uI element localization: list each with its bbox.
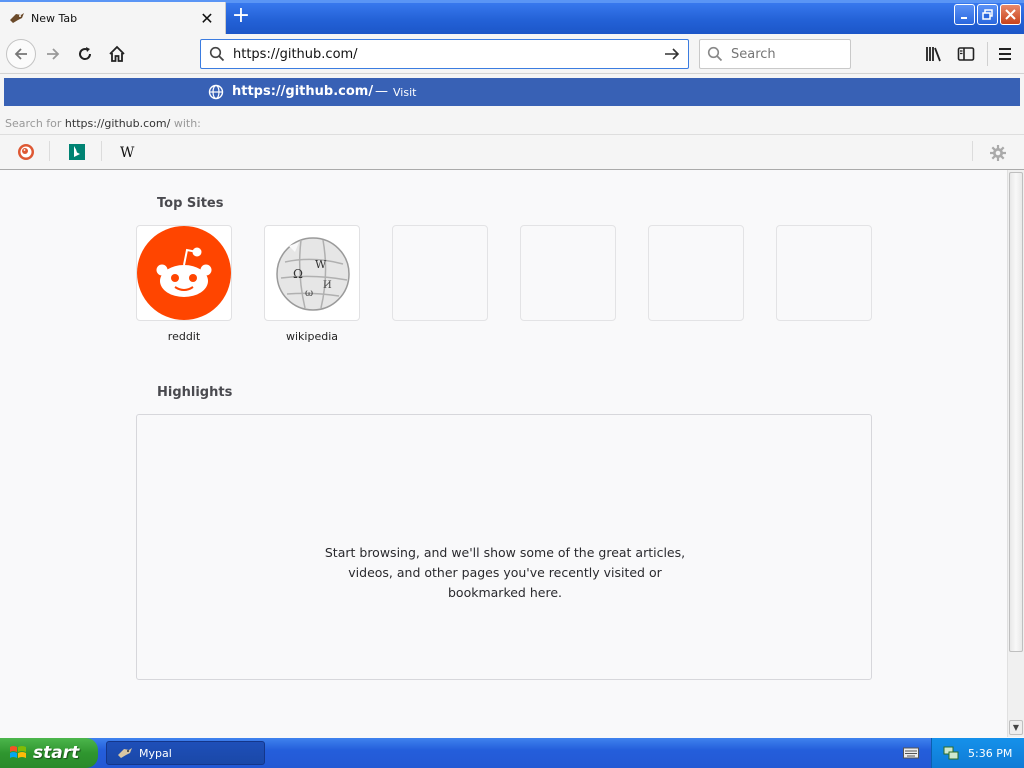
restore-button[interactable] xyxy=(977,4,998,25)
sidebar-icon xyxy=(957,47,975,61)
search-for-query: https://github.com/ xyxy=(64,117,171,130)
mypal-favicon-icon xyxy=(9,10,25,26)
duckduckgo-icon[interactable] xyxy=(15,141,37,163)
keyboard-icon[interactable] xyxy=(903,746,919,760)
top-site-label: wikipedia xyxy=(285,330,338,343)
search-for-text: Search for https://github.com/ with: xyxy=(5,117,201,130)
highlights-message-line: Start browsing, and we'll show some of t… xyxy=(324,545,686,560)
go-arrow-icon[interactable] xyxy=(660,46,684,62)
search-icon xyxy=(209,46,227,62)
svg-text:ω: ω xyxy=(305,288,313,299)
top-site-label: reddit xyxy=(167,330,201,343)
start-button[interactable]: start xyxy=(0,738,98,768)
search-icon xyxy=(707,46,725,62)
new-tab-button[interactable]: + xyxy=(229,5,253,29)
tab-new-tab[interactable]: New Tab ✕ xyxy=(0,2,226,34)
toolbar-separator xyxy=(987,42,988,66)
title-bar: New Tab ✕ + xyxy=(0,0,1024,34)
sidebar-button[interactable] xyxy=(954,42,978,66)
taskbar: start Mypal 5:36 PM xyxy=(0,738,1024,768)
url-autocomplete-popup: https://github.com/ — Visit Search for h… xyxy=(0,74,1024,170)
minimize-button[interactable] xyxy=(954,4,975,25)
svg-text:И: И xyxy=(323,280,332,291)
highlights-message-line: bookmarked here. xyxy=(448,585,562,600)
library-button[interactable] xyxy=(922,42,946,66)
top-site-empty-slot[interactable] xyxy=(648,225,744,321)
close-window-button[interactable] xyxy=(1000,4,1021,25)
engine-separator xyxy=(972,141,973,161)
system-tray: 5:36 PM xyxy=(931,738,1024,768)
engine-separator xyxy=(49,141,50,161)
top-site-wikipedia[interactable]: Ω W И ω xyxy=(264,225,360,321)
windows-flag-icon xyxy=(10,746,26,758)
search-bar[interactable] xyxy=(699,39,851,69)
network-icon[interactable] xyxy=(942,744,960,762)
scroll-down-arrow-icon[interactable]: ▼ xyxy=(1009,720,1023,735)
svg-text:Ω: Ω xyxy=(293,267,303,281)
suggestion-action: Visit xyxy=(393,86,417,99)
search-for-suffix: with: xyxy=(173,117,201,130)
top-site-empty-slot[interactable] xyxy=(392,225,488,321)
reddit-icon xyxy=(137,226,231,320)
wikipedia-globe-icon: Ω W И ω xyxy=(276,237,350,311)
bing-icon[interactable] xyxy=(66,141,88,163)
close-tab-icon[interactable]: ✕ xyxy=(197,8,217,28)
taskbar-item-label: Mypal xyxy=(139,746,172,760)
svg-text:W: W xyxy=(315,258,327,271)
vertical-scrollbar[interactable]: ▼ xyxy=(1007,170,1024,737)
suggestion-dash: — xyxy=(375,84,388,99)
navigation-toolbar: https://github.com/ xyxy=(0,34,1024,74)
highlights-message-line: videos, and other pages you've recently … xyxy=(348,565,662,580)
search-settings-gear-icon[interactable] xyxy=(986,141,1010,165)
highlights-title: Highlights xyxy=(157,385,233,400)
wikipedia-icon[interactable]: W xyxy=(117,141,139,163)
start-label: start xyxy=(33,743,80,763)
suggestion-url: https://github.com/ xyxy=(232,84,374,99)
visit-suggestion-row[interactable]: https://github.com/ — Visit xyxy=(4,78,1020,106)
reload-icon xyxy=(79,47,92,60)
home-button[interactable] xyxy=(103,40,131,68)
back-button[interactable] xyxy=(6,39,36,69)
search-for-prefix: Search for xyxy=(5,117,62,130)
top-site-empty-slot[interactable] xyxy=(776,225,872,321)
top-site-empty-slot[interactable] xyxy=(520,225,616,321)
search-input[interactable] xyxy=(731,46,841,62)
highlights-message: Start browsing, and we'll show some of t… xyxy=(137,543,873,603)
url-bar[interactable]: https://github.com/ xyxy=(200,39,689,69)
scrollbar-thumb[interactable] xyxy=(1009,172,1023,652)
clock[interactable]: 5:36 PM xyxy=(968,747,1012,760)
menu-button[interactable] xyxy=(993,42,1017,66)
mypal-app-icon xyxy=(118,748,132,758)
hamburger-menu-icon xyxy=(999,48,1011,60)
top-site-reddit[interactable] xyxy=(136,225,232,321)
svg-text:W: W xyxy=(120,145,135,161)
url-input[interactable]: https://github.com/ xyxy=(233,47,660,62)
forward-button[interactable] xyxy=(39,40,67,68)
reload-button[interactable] xyxy=(71,40,99,68)
tab-title: New Tab xyxy=(31,11,78,25)
engine-separator xyxy=(101,141,102,161)
search-engine-bar: W xyxy=(0,134,1024,168)
library-icon xyxy=(926,47,941,62)
forward-arrow-icon xyxy=(47,48,60,60)
highlights-empty-state: Start browsing, and we'll show some of t… xyxy=(136,414,872,680)
home-icon xyxy=(109,45,125,62)
new-tab-page: Top Sites reddit Ω W И ω wikipedia Highl… xyxy=(0,170,1007,737)
top-sites-title: Top Sites xyxy=(157,196,224,211)
globe-icon xyxy=(208,84,224,100)
back-arrow-icon xyxy=(14,48,27,60)
taskbar-item-mypal[interactable]: Mypal xyxy=(106,741,265,765)
